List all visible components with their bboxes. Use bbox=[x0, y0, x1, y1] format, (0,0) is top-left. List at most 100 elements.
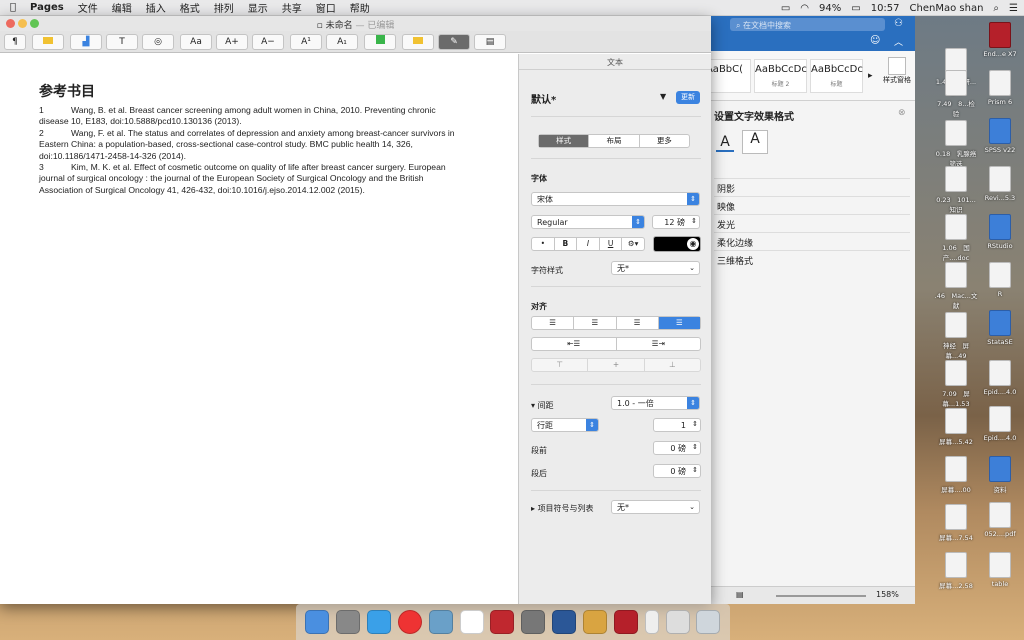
bigger-font-button[interactable]: A+ bbox=[216, 34, 248, 50]
spacing-label[interactable]: ▾ 间距 bbox=[531, 400, 554, 411]
tab-style[interactable]: 样式 bbox=[539, 135, 590, 147]
paragraph-style-name[interactable]: 默认* bbox=[531, 91, 556, 106]
desktop-file[interactable]: 屏幕...2.58 bbox=[934, 552, 978, 590]
reference-3[interactable]: 3 Kim, M. K. et al. Effect of cosmetic ou… bbox=[39, 162, 464, 196]
menu-arrange[interactable]: 排列 bbox=[214, 0, 234, 15]
font-button[interactable]: Aa bbox=[180, 34, 212, 50]
menu-format[interactable]: 格式 bbox=[180, 0, 200, 15]
desktop-file[interactable]: 1.06 国产....doc bbox=[934, 214, 978, 262]
insert-chart-button[interactable]: ▟ bbox=[70, 34, 102, 50]
calendar-icon[interactable] bbox=[459, 610, 484, 634]
airplay-icon[interactable]: ▭ bbox=[781, 3, 790, 14]
shape-button[interactable] bbox=[364, 34, 396, 50]
desktop-app-epidata[interactable]: Epid....4.0 bbox=[978, 360, 1022, 396]
subscript-button[interactable]: A₁ bbox=[326, 34, 358, 50]
tab-layout[interactable]: 布局 bbox=[589, 135, 640, 147]
text-effects-tab[interactable]: A bbox=[742, 130, 768, 154]
desktop-app-stata[interactable]: StataSE bbox=[978, 310, 1022, 346]
align-middle-icon[interactable]: + bbox=[588, 359, 645, 371]
reference-2[interactable]: 2 Wang, F. et al. The status and correlat… bbox=[39, 128, 464, 162]
document-button[interactable]: ▤ bbox=[474, 34, 506, 50]
documents-stack-icon[interactable] bbox=[665, 610, 690, 634]
style-preview[interactable]: AaBbCcDc 标题 2 bbox=[754, 59, 807, 93]
preview-icon[interactable] bbox=[428, 610, 453, 634]
effect-reflection[interactable]: 映像 bbox=[714, 196, 910, 214]
tab-more[interactable]: 更多 bbox=[640, 135, 689, 147]
align-top-icon[interactable]: ⊤ bbox=[532, 359, 589, 371]
space-after-stepper[interactable]: 0 磅 ⇕ bbox=[653, 464, 701, 478]
style-preview[interactable]: AaBbC( bbox=[706, 59, 751, 93]
mendeley-icon[interactable] bbox=[490, 610, 515, 634]
text-color-well[interactable]: ◉ bbox=[653, 236, 701, 252]
desktop-file[interactable]: 7.49 8...检验 bbox=[934, 70, 978, 118]
increase-indent-icon[interactable]: ☰⇥ bbox=[617, 338, 701, 350]
menu-file[interactable]: 文件 bbox=[78, 0, 98, 15]
insert-note-button[interactable] bbox=[32, 34, 64, 50]
decrease-indent-icon[interactable]: ⇤☰ bbox=[532, 338, 617, 350]
effect-glow[interactable]: 发光 bbox=[714, 214, 910, 232]
menu-share[interactable]: 共享 bbox=[282, 0, 302, 15]
zoom-level[interactable]: 158% bbox=[876, 590, 899, 599]
char-style-select[interactable]: 无* ⌄ bbox=[611, 261, 700, 275]
font-family-select[interactable]: 宋体 ⇕ bbox=[531, 192, 700, 206]
underline-button[interactable]: U bbox=[600, 238, 623, 250]
system-preferences-icon[interactable] bbox=[521, 610, 546, 634]
trash-icon[interactable] bbox=[696, 610, 721, 634]
bullets-lists-select[interactable]: 无* ⌄ bbox=[611, 500, 700, 514]
align-bottom-icon[interactable]: ⊥ bbox=[645, 359, 700, 371]
align-right-icon[interactable]: ☰ bbox=[617, 317, 659, 329]
chevron-up-icon[interactable]: ︿ bbox=[894, 35, 903, 48]
line-value-stepper[interactable]: 1 ⇕ bbox=[653, 418, 701, 432]
desktop-app-rstudio[interactable]: RStudio bbox=[978, 214, 1022, 250]
bold-button[interactable]: B bbox=[555, 238, 578, 250]
insert-text-button[interactable]: T bbox=[106, 34, 138, 50]
safari-icon[interactable] bbox=[367, 610, 392, 634]
pages-icon[interactable] bbox=[583, 610, 608, 634]
effect-shadow[interactable]: 阴影 bbox=[714, 178, 910, 196]
user-name[interactable]: ChenMao shan bbox=[910, 3, 984, 14]
notification-icon[interactable]: ☰ bbox=[1009, 3, 1018, 14]
desktop-file[interactable]: 0.23 101...知识 bbox=[934, 166, 978, 214]
desktop-file-pdf[interactable]: 052....pdf bbox=[978, 502, 1022, 538]
add-user-icon[interactable]: ⚇ bbox=[894, 18, 903, 29]
wifi-icon[interactable]: ◠ bbox=[800, 3, 809, 14]
desktop-file[interactable]: 7.09 屏幕...1.53 bbox=[934, 360, 978, 408]
document-title[interactable]: 未命名 bbox=[326, 21, 353, 31]
desktop-file[interactable]: 0.18 乳腺癌筛选 bbox=[934, 120, 978, 168]
align-left-icon[interactable]: ☰ bbox=[532, 317, 575, 329]
effect-3d-format[interactable]: 三维格式 bbox=[714, 250, 910, 268]
line-spacing-mode-select[interactable]: 行距 ⇕ bbox=[531, 418, 599, 432]
desktop-app-epidata[interactable]: Epid....4.0 bbox=[978, 406, 1022, 442]
desktop-file[interactable]: .46 Mac...文献 bbox=[934, 262, 978, 310]
line-spacing-select[interactable]: 1.0 - 一倍 ⇕ bbox=[611, 396, 700, 410]
desktop-app-endnote[interactable]: End...e X7 bbox=[978, 22, 1022, 58]
desktop-file[interactable]: 屏幕...5.42 bbox=[934, 408, 978, 446]
menu-app-pages[interactable]: Pages bbox=[30, 2, 64, 13]
zoom-slider[interactable] bbox=[776, 595, 866, 597]
endnote-icon[interactable] bbox=[613, 610, 638, 634]
downloads-icon[interactable] bbox=[644, 610, 659, 634]
desktop-file[interactable]: table bbox=[978, 552, 1022, 588]
smaller-font-button[interactable]: A− bbox=[252, 34, 284, 50]
desktop-file[interactable]: 屏幕....00 bbox=[934, 456, 978, 494]
desktop-app-revman[interactable]: Revi...5.3 bbox=[978, 166, 1022, 202]
superscript-button[interactable]: A¹ bbox=[290, 34, 322, 50]
apple-menu-icon[interactable]:  bbox=[10, 2, 16, 13]
align-center-icon[interactable]: ☰ bbox=[574, 317, 617, 329]
advanced-options-button[interactable]: ⚙▾ bbox=[622, 238, 644, 250]
update-style-button[interactable]: 更新 bbox=[676, 91, 700, 104]
clock[interactable]: 10:57 bbox=[871, 3, 900, 14]
battery-icon[interactable]: ▭ bbox=[851, 3, 860, 14]
document-canvas[interactable]: 参考书目 1 Wang, B. et al. Breast cancer scre… bbox=[0, 54, 518, 604]
close-icon[interactable]: ⊗ bbox=[898, 108, 906, 118]
chevron-right-icon[interactable]: ▸ bbox=[868, 71, 873, 81]
reference-1[interactable]: 1 Wang, B. et al. Breast cancer screening… bbox=[39, 105, 464, 128]
menu-insert[interactable]: 插入 bbox=[146, 0, 166, 15]
color-button[interactable]: ◎ bbox=[142, 34, 174, 50]
menu-view[interactable]: 显示 bbox=[248, 0, 268, 15]
comment-button[interactable] bbox=[402, 34, 434, 50]
italic-button[interactable]: I bbox=[577, 238, 600, 250]
inspector-header[interactable]: 文本 bbox=[519, 54, 711, 70]
menu-window[interactable]: 窗口 bbox=[316, 0, 336, 15]
desktop-app-spss[interactable]: SPSS v22 bbox=[978, 118, 1022, 154]
